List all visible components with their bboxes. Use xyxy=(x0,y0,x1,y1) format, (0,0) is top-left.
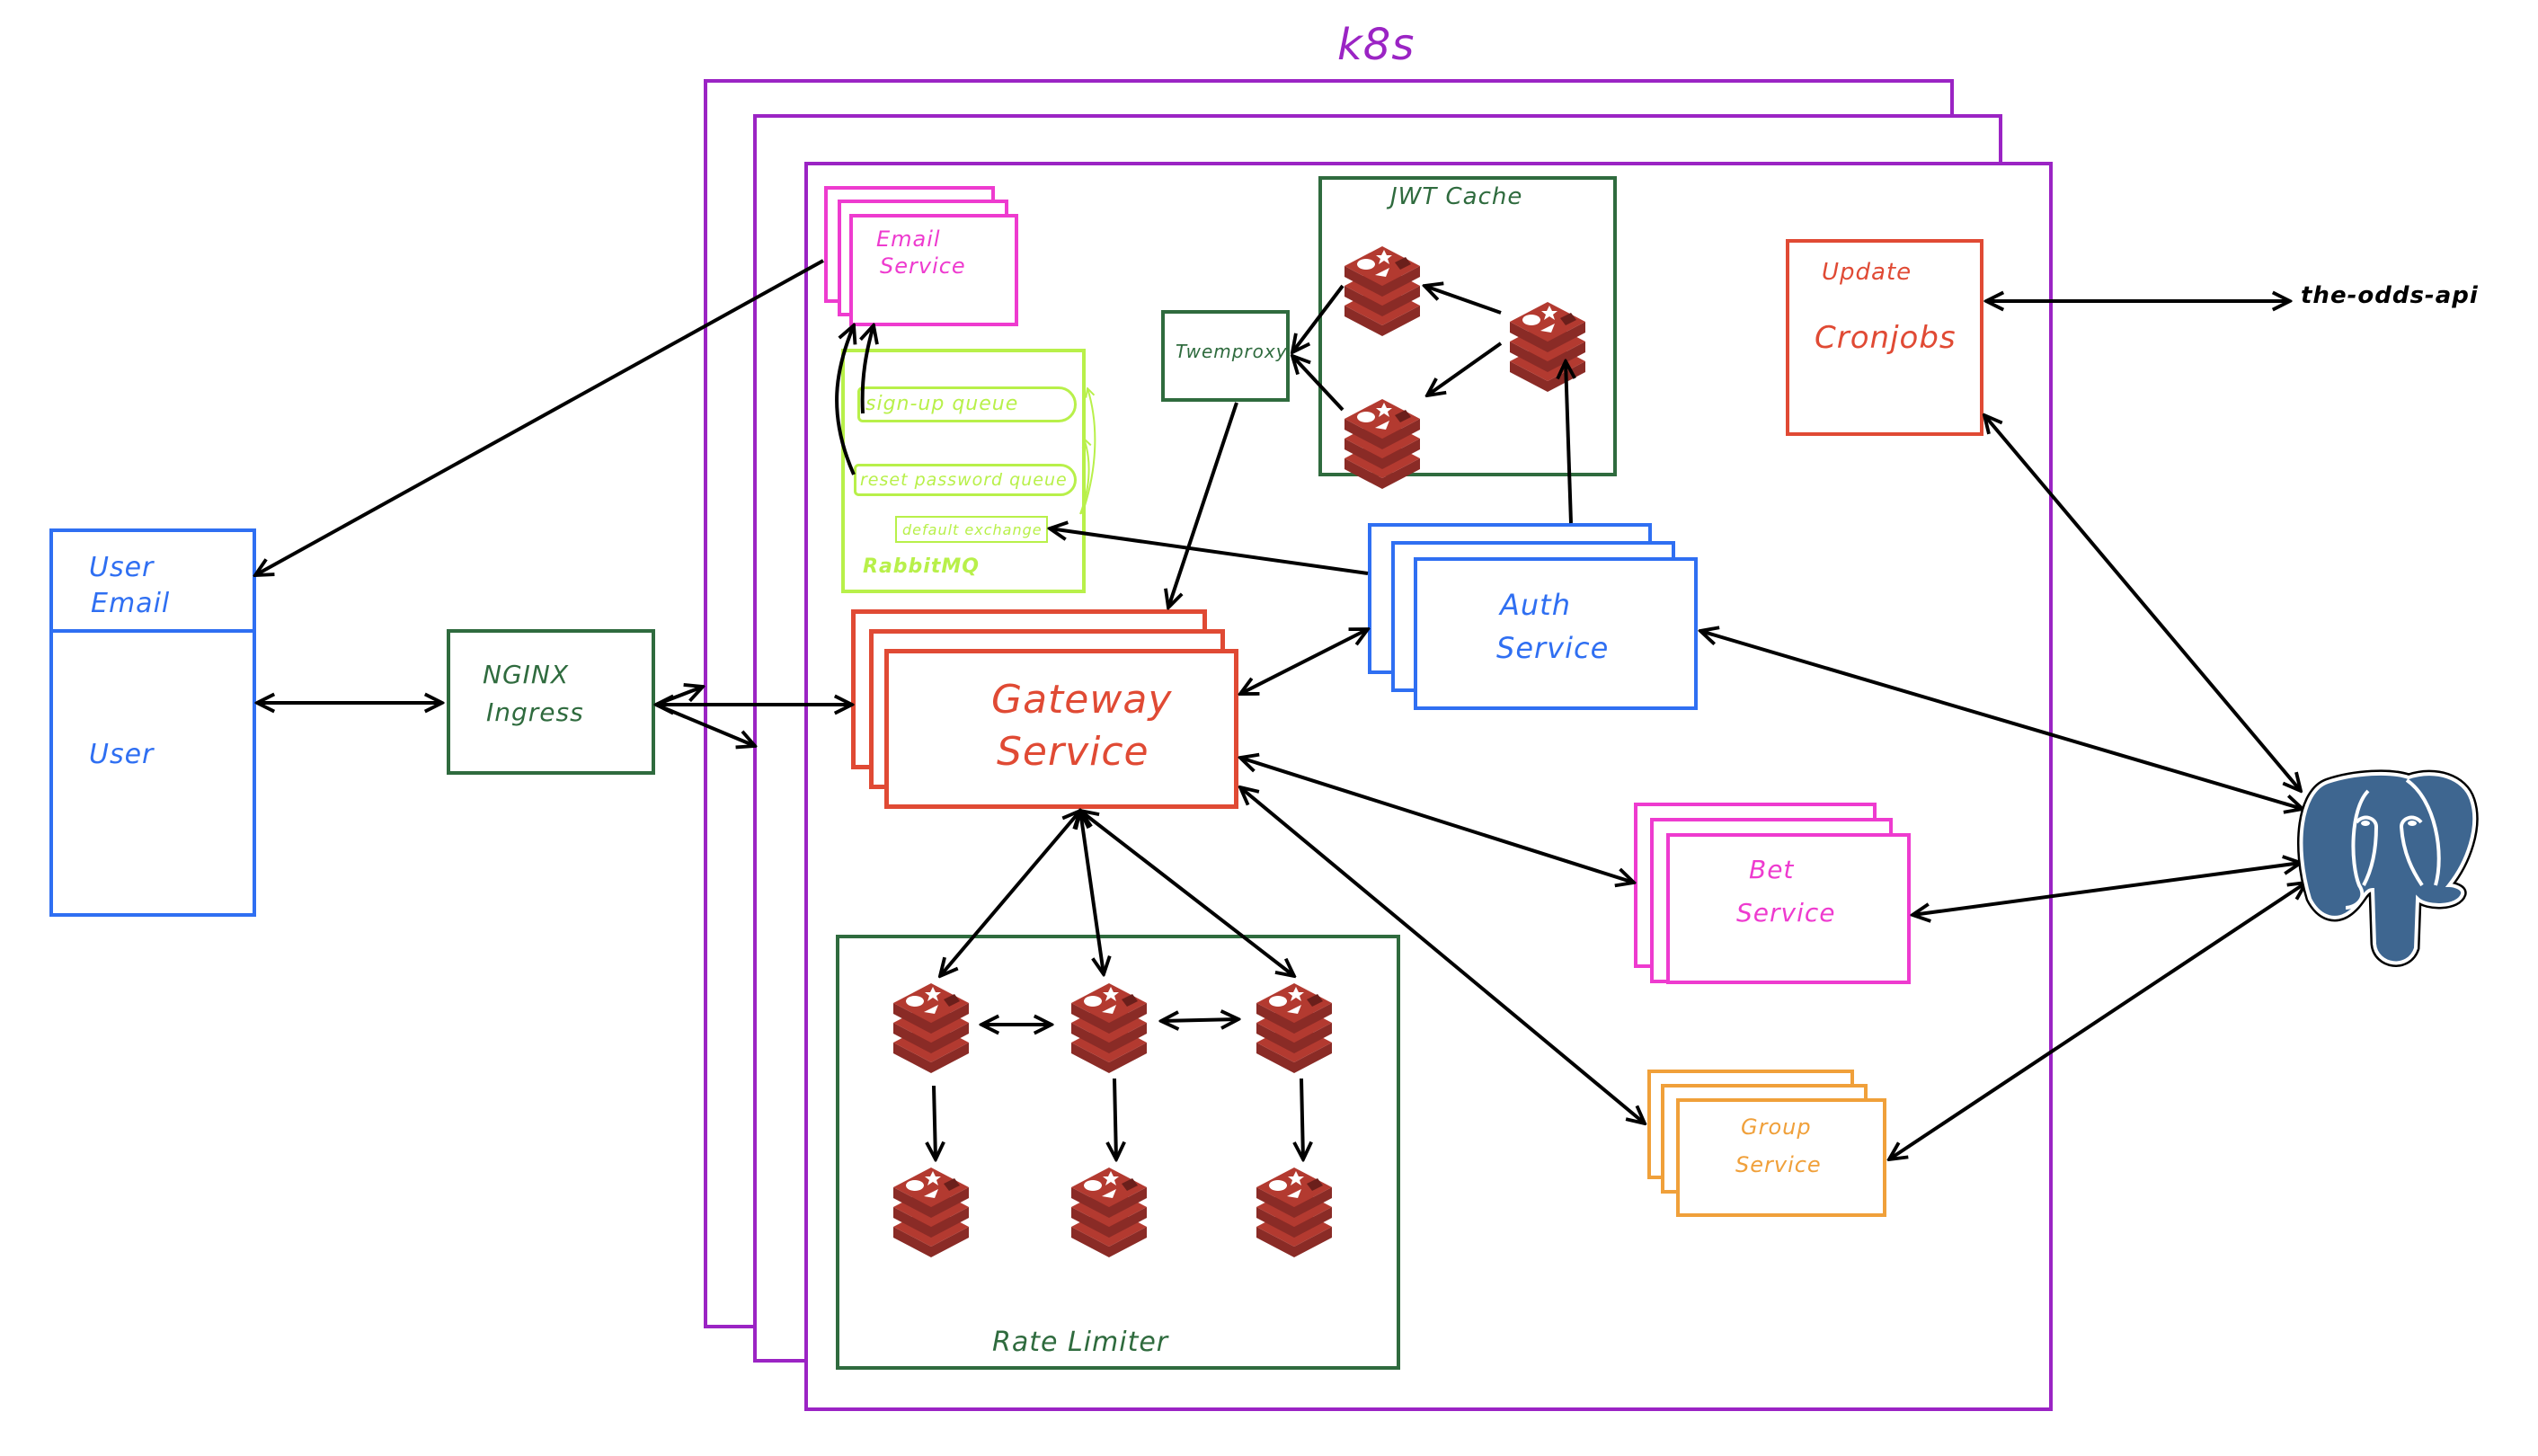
arrow-jwt-master-replica2 xyxy=(1427,342,1503,395)
arrow-auth-jwt xyxy=(1566,361,1571,524)
arrow-email-to-user xyxy=(255,259,824,575)
arrow-signup-queue-to-email xyxy=(863,325,874,414)
arrow-reset-queue-to-email xyxy=(835,325,854,475)
arrow-gateway-rl3 xyxy=(1080,811,1294,976)
jwt-redis-node-2 xyxy=(1344,399,1420,489)
arrow-auth-postgres xyxy=(1700,631,2303,809)
arrow-rl2-rl5 xyxy=(1114,1078,1116,1159)
arrow-exchange-reset-queue xyxy=(1079,439,1089,515)
arrow-gateway-rl2 xyxy=(1080,811,1104,974)
arrow-gateway-auth xyxy=(1240,629,1368,694)
arrow-gateway-rl1 xyxy=(940,811,1080,976)
arrow-rl2-rl3 xyxy=(1161,1019,1238,1021)
rate-limiter-redis-6 xyxy=(1256,1167,1332,1257)
arrow-cron-postgres xyxy=(1984,415,2301,791)
rate-limiter-redis-2 xyxy=(1071,983,1147,1073)
arrow-gateway-group xyxy=(1240,787,1645,1123)
jwt-redis-master xyxy=(1510,302,1585,392)
arrow-nginx-frame-2 xyxy=(655,703,755,746)
arrow-jwt-master-replica1 xyxy=(1424,286,1502,315)
rate-limiter-redis-4 xyxy=(893,1167,969,1257)
arrow-auth-exchange xyxy=(1050,528,1369,575)
arrow-twemproxy-gateway xyxy=(1168,402,1238,608)
arrow-jwt1-twemproxy xyxy=(1292,284,1344,352)
arrow-rl3-rl6 xyxy=(1301,1078,1303,1159)
rate-limiter-redis-5 xyxy=(1071,1167,1147,1257)
jwt-redis-node-1 xyxy=(1344,246,1420,336)
arrow-gateway-bet xyxy=(1240,758,1634,883)
arrow-bet-postgres xyxy=(1912,863,2301,915)
arrow-group-postgres xyxy=(1889,883,2306,1159)
rate-limiter-redis-3 xyxy=(1256,983,1332,1073)
arrow-rl1-rl4 xyxy=(934,1085,936,1159)
connections-layer xyxy=(0,246,2479,1257)
arrow-jwt2-twemproxy xyxy=(1292,356,1344,412)
arrow-exchange-signup-queue xyxy=(1081,388,1096,515)
arrow-nginx-frame-1 xyxy=(655,687,703,706)
rate-limiter-redis-1 xyxy=(893,983,969,1073)
postgres-icon[interactable] xyxy=(2297,769,2479,967)
